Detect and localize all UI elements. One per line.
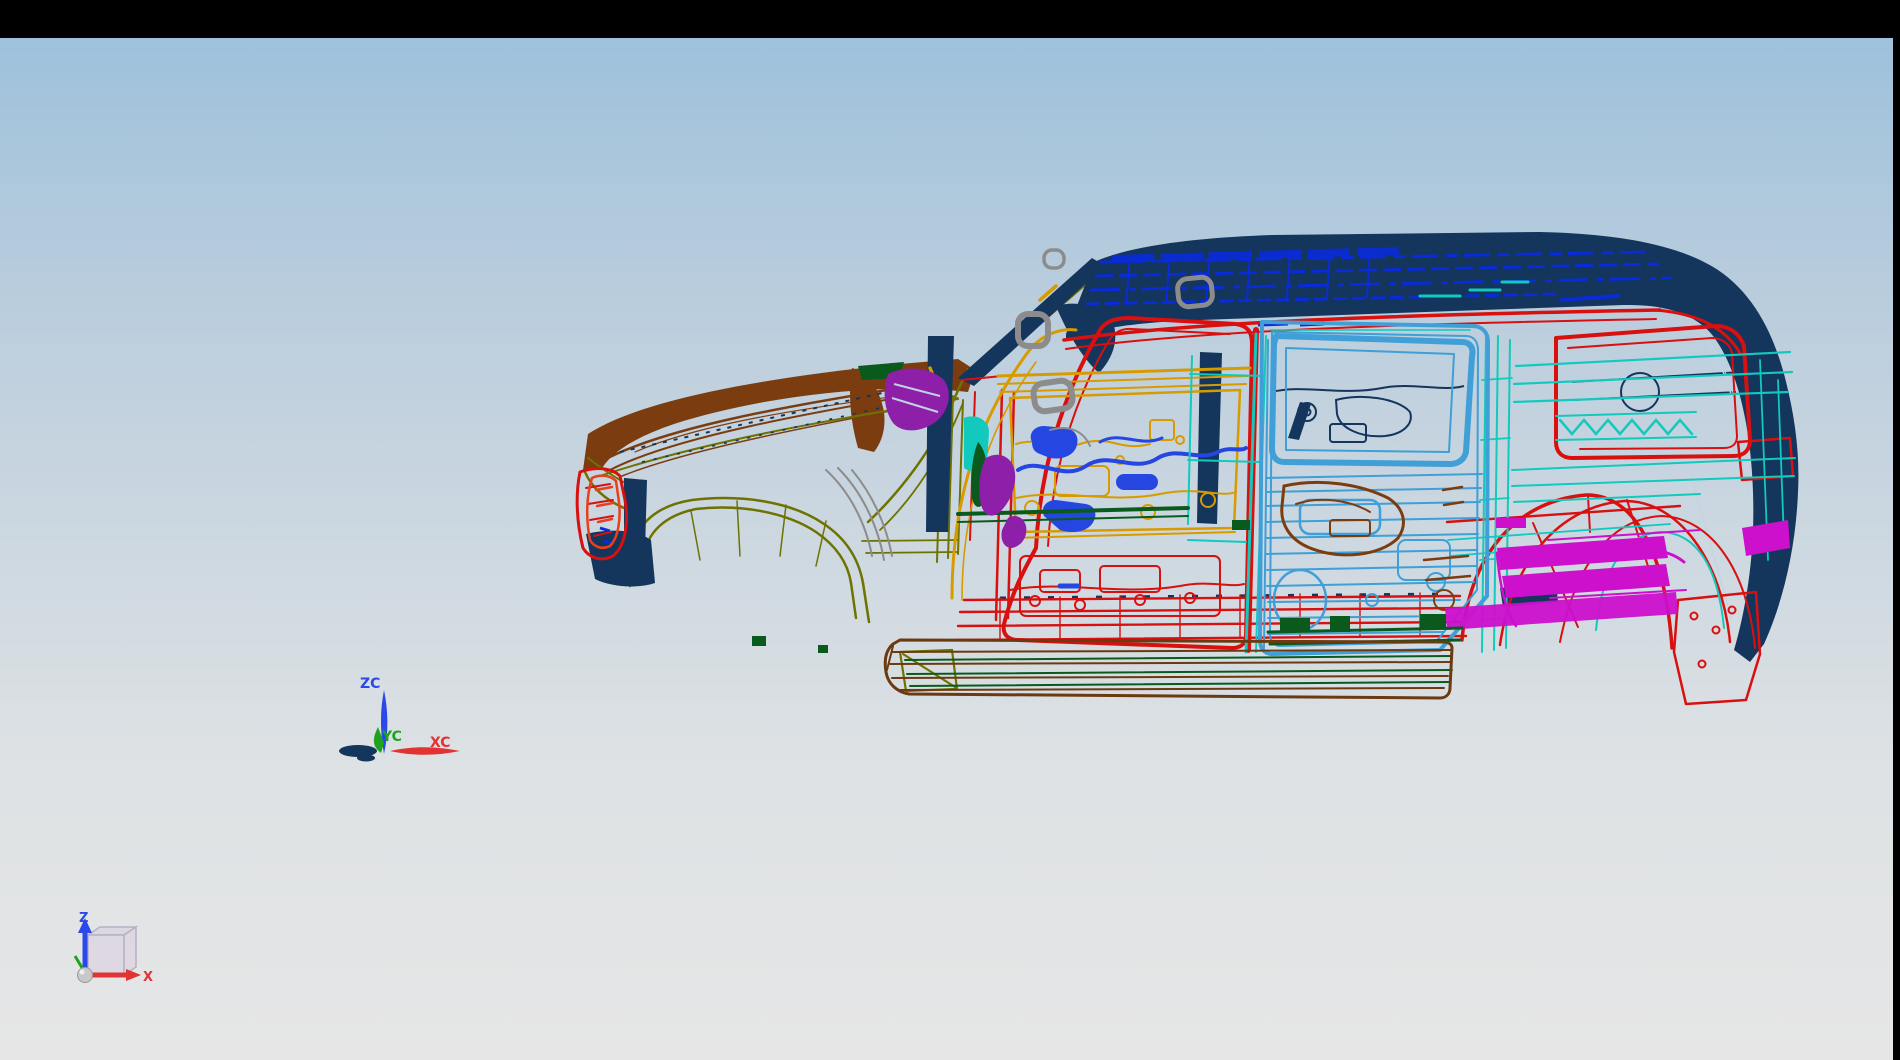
cad-application-window: { "screen": { "top_bar_color": "#000000"… <box>0 0 1900 1060</box>
view-origin-sphere <box>78 968 93 983</box>
graphics-viewport[interactable]: ZC YC XC Z X <box>0 0 1900 1060</box>
right-black-bar <box>1893 38 1900 1060</box>
wcs-z-label: ZC <box>360 676 380 692</box>
view-triad-cube <box>88 927 136 975</box>
wcs-y-label: YC <box>381 729 402 745</box>
top-black-bar <box>0 0 1900 38</box>
sphere-highlight <box>80 970 85 975</box>
view-z-label: Z <box>79 911 88 926</box>
wcs-x-label: XC <box>430 735 451 751</box>
view-x-label: X <box>143 970 153 985</box>
